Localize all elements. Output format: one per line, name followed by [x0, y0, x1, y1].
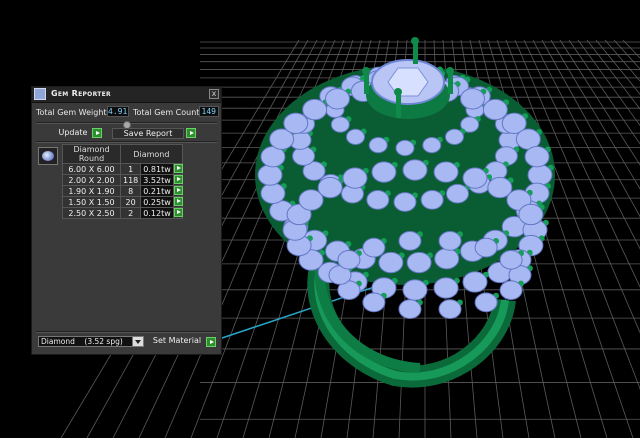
- gem-count: 118: [119, 174, 142, 186]
- panel-title: Gem Reporter: [51, 89, 111, 98]
- divider: [36, 331, 217, 333]
- save-report-button[interactable]: Save Report: [112, 128, 184, 139]
- total-gem-weight-label: Total Gem Weight: [36, 108, 107, 117]
- gem-table-header: Diamond Round Diamond: [62, 144, 183, 164]
- gem-weight: 0.25tw: [140, 196, 174, 208]
- gem-count: 2: [119, 207, 142, 219]
- gem-table: Diamond Round Diamond 6.00 X 6.00 1 0.81…: [62, 144, 183, 219]
- material-select[interactable]: Diamond (3.52 spg): [38, 336, 144, 347]
- column-header-shape: Diamond Round: [62, 144, 121, 164]
- divider: [36, 141, 217, 143]
- go-arrow-icon[interactable]: [173, 164, 183, 173]
- gem-size: 2.50 X 2.50: [62, 207, 121, 219]
- column-header-material: Diamond: [120, 144, 183, 164]
- row-select-button[interactable]: [172, 196, 183, 208]
- gem-weight: 0.81tw: [140, 163, 174, 175]
- close-icon[interactable]: x: [209, 89, 219, 99]
- table-row[interactable]: 2.00 X 2.00 118 3.52tw: [62, 174, 183, 186]
- total-gem-weight-value: 4.91: [107, 106, 129, 117]
- total-gem-count-label: Total Gem Count: [133, 108, 200, 117]
- gem-weight: 3.52tw: [140, 174, 174, 186]
- table-row[interactable]: 1.90 X 1.90 8 0.21tw: [62, 185, 183, 197]
- set-material-button[interactable]: Set Material: [148, 336, 206, 347]
- go-arrow-icon[interactable]: [173, 175, 183, 184]
- row-select-button[interactable]: [172, 163, 183, 175]
- table-row[interactable]: 6.00 X 6.00 1 0.81tw: [62, 163, 183, 175]
- panel-titlebar[interactable]: Gem Reporter x: [32, 87, 221, 103]
- gem-count: 20: [119, 196, 142, 208]
- row-select-button[interactable]: [172, 207, 183, 219]
- save-report-go-icon[interactable]: [186, 128, 196, 138]
- gem-reporter-panel: Gem Reporter x Total Gem Weight 4.91 Tot…: [31, 86, 222, 355]
- gem-weight: 0.21tw: [140, 185, 174, 197]
- gem-size: 1.90 X 1.90: [62, 185, 121, 197]
- gem-size: 6.00 X 6.00: [62, 163, 121, 175]
- go-arrow-icon[interactable]: [173, 186, 183, 195]
- gem-count: 8: [119, 185, 142, 197]
- row-select-button[interactable]: [172, 185, 183, 197]
- material-select-value: Diamond (3.52 spg): [41, 337, 123, 346]
- chevron-down-icon[interactable]: [132, 337, 143, 346]
- total-gem-count-value: 149: [199, 106, 219, 117]
- gem-weight: 0.12tw: [140, 207, 174, 219]
- gem-reporter-app-icon: [34, 88, 46, 100]
- gem-preview-icon: [38, 147, 58, 165]
- table-row[interactable]: 1.50 X 1.50 20 0.25tw: [62, 196, 183, 208]
- gem-size: 1.50 X 1.50: [62, 196, 121, 208]
- gem-count: 1: [119, 163, 142, 175]
- set-material-go-icon[interactable]: [206, 337, 216, 347]
- update-go-icon[interactable]: [92, 128, 102, 138]
- gem-size: 2.00 X 2.00: [62, 174, 121, 186]
- go-arrow-icon[interactable]: [173, 197, 183, 206]
- update-button[interactable]: Update: [56, 128, 90, 139]
- table-row[interactable]: 2.50 X 2.50 2 0.12tw: [62, 207, 183, 219]
- row-select-button[interactable]: [172, 174, 183, 186]
- go-arrow-icon[interactable]: [173, 208, 183, 217]
